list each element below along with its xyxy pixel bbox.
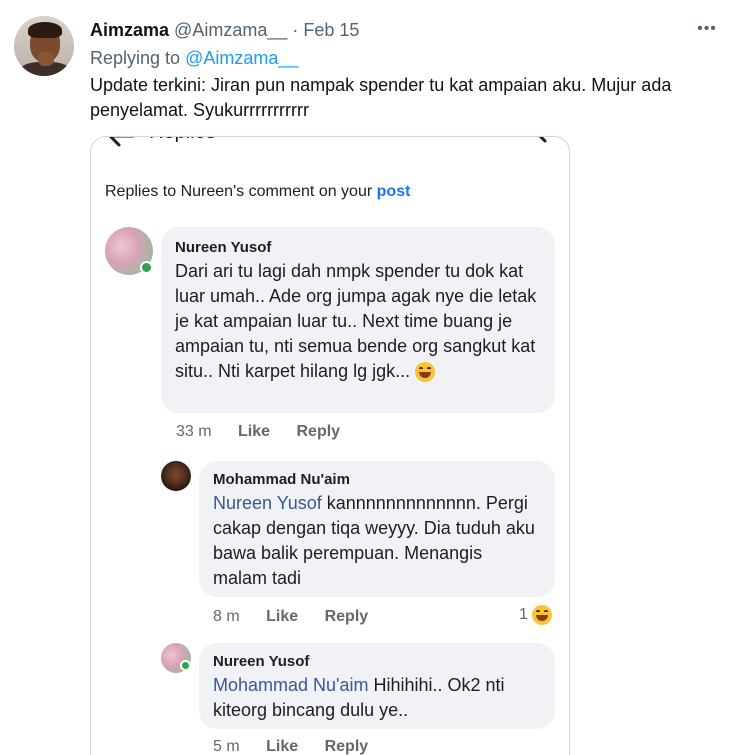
grinning-emoji-icon — [415, 362, 436, 383]
comment-meta: 8 m Like Reply — [213, 608, 390, 626]
fb-subheading-text: Replies to Nureen's comment on your — [105, 183, 373, 200]
replying-to-mention[interactable]: @Aimzama__ — [185, 48, 298, 68]
comment-text: Mohammad Nu'aim Hihihihi.. Ok2 nti kiteo… — [213, 673, 539, 723]
tweet-header: Aimzama @Aimzama__ · Feb 15 — [90, 19, 359, 41]
more-icon[interactable]: ••• — [697, 20, 717, 38]
comment-body: Dari ari tu lagi dah nmpk spender tu dok… — [175, 261, 537, 381]
like-button: Like — [266, 608, 299, 625]
comment-author-name: Nureen Yusof — [213, 653, 310, 670]
reply-button: Reply — [296, 423, 341, 440]
replying-prefix: Replying to — [90, 48, 181, 68]
tweet-media-image[interactable]: Replies Replies to Nureen's comment on y… — [90, 136, 570, 755]
tweet-date[interactable]: Feb 15 — [303, 20, 359, 40]
online-status-icon — [180, 660, 191, 671]
comment-bubble: Nureen Yusof Dari ari tu lagi dah nmpk s… — [161, 227, 555, 413]
reaction-count: 1 — [519, 606, 528, 624]
comment-bubble: Mohammad Nu'aim Nureen Yusof kannnnnnnnn… — [199, 461, 555, 597]
fb-top-title: Replies — [149, 137, 216, 144]
comment-meta: 33 m Like Reply — [176, 423, 362, 441]
reaction-summary: 1 — [519, 605, 553, 625]
like-button: Like — [238, 423, 271, 440]
tweet-author-avatar[interactable] — [14, 16, 74, 76]
tweet-text: Update terkini: Jiran pun nampak spender… — [90, 75, 672, 120]
online-status-icon — [140, 261, 153, 274]
replying-to-line: Replying to @Aimzama__ — [90, 47, 298, 69]
mentioned-user: Nureen Yusof — [213, 493, 322, 513]
comment-time: 33 m — [176, 423, 212, 440]
search-icon — [538, 137, 547, 143]
mentioned-user: Mohammad Nu'aim — [213, 675, 369, 695]
comment-time: 8 m — [213, 608, 240, 625]
header-separator: · — [292, 20, 299, 40]
comment-author-name: Mohammad Nu'aim — [213, 471, 350, 488]
reply-button: Reply — [324, 608, 369, 625]
comment-author-name: Nureen Yusof — [175, 239, 272, 256]
author-handle[interactable]: @Aimzama__ — [174, 20, 287, 40]
fb-post-link: post — [376, 183, 411, 200]
fb-subheading: Replies to Nureen's comment on your post — [105, 183, 410, 201]
author-display-name[interactable]: Aimzama — [90, 20, 169, 40]
comment-time: 5 m — [213, 738, 240, 755]
comment-text: Nureen Yusof kannnnnnnnnnnnn. Pergi caka… — [213, 491, 539, 591]
fb-topbar: Replies — [91, 137, 569, 153]
like-button: Like — [266, 738, 299, 755]
comment-bubble: Nureen Yusof Mohammad Nu'aim Hihihihi.. … — [199, 643, 555, 729]
comment-text: Dari ari tu lagi dah nmpk spender tu dok… — [175, 259, 547, 384]
haha-reaction-icon — [532, 605, 553, 625]
back-arrow-icon — [108, 137, 135, 147]
reply-button: Reply — [324, 738, 369, 755]
commenter-avatar — [161, 461, 191, 491]
comment-meta: 5 m Like Reply — [213, 738, 390, 755]
